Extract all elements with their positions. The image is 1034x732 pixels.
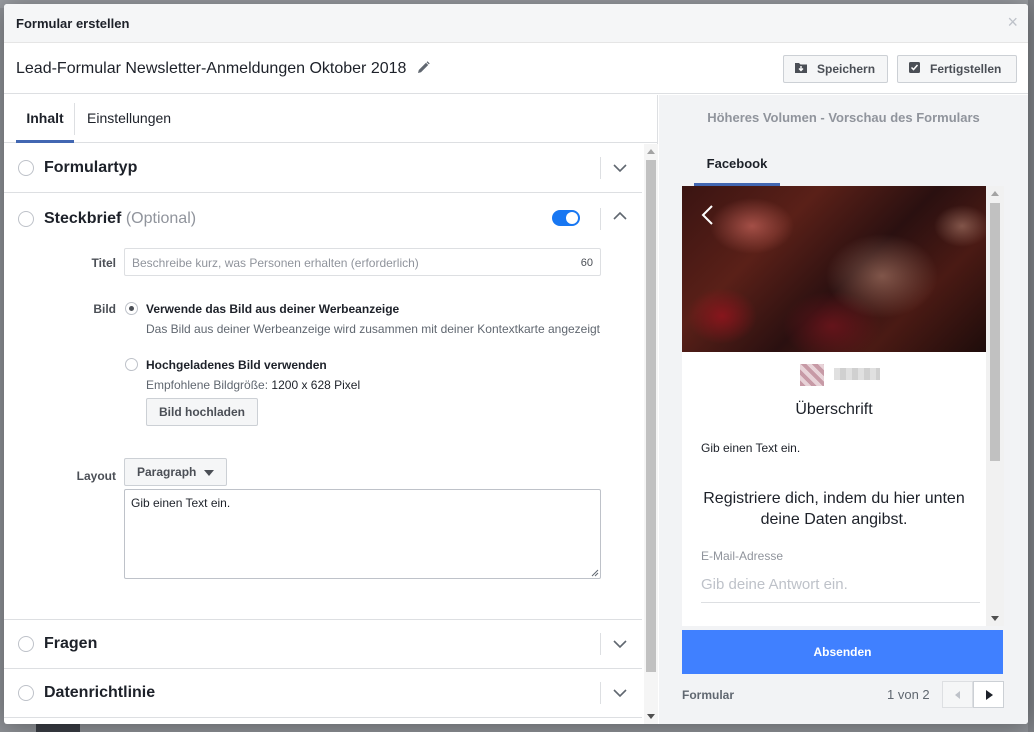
section-formtype[interactable]: Formulartyp bbox=[4, 144, 642, 193]
layout-label: Layout bbox=[76, 469, 116, 483]
footer-label: Formular bbox=[682, 688, 735, 702]
image-option-upload-radio[interactable] bbox=[125, 358, 138, 371]
section-questions[interactable]: Fragen bbox=[4, 620, 642, 669]
char-counter: 60 bbox=[580, 257, 593, 269]
page-name-blurred bbox=[834, 368, 880, 380]
input-underline bbox=[701, 602, 980, 603]
preview-pane: Höheres Volumen - Vorschau des Formulars… bbox=[659, 95, 1028, 724]
divider bbox=[600, 633, 601, 655]
chevron-up-icon[interactable] bbox=[612, 208, 628, 224]
tab-inhalt[interactable]: Inhalt bbox=[16, 95, 74, 143]
layout-value: Paragraph bbox=[137, 465, 197, 479]
image-option-ad-desc: Das Bild aus deiner Werbeanzeige wird zu… bbox=[146, 322, 601, 336]
finish-button[interactable]: Fertigstellen bbox=[897, 55, 1017, 83]
form-name-field[interactable]: Lead-Formular Newsletter-Anmeldungen Okt… bbox=[16, 60, 430, 79]
page-avatar bbox=[800, 364, 824, 386]
brief-toggle[interactable] bbox=[552, 210, 580, 226]
layout-select[interactable]: Paragraph bbox=[124, 458, 227, 486]
scroll-down-icon[interactable] bbox=[647, 714, 655, 719]
hero-image bbox=[682, 186, 986, 352]
back-arrow-icon[interactable] bbox=[700, 204, 714, 226]
tab-facebook[interactable]: Facebook bbox=[694, 139, 780, 186]
dialog-title: Formular erstellen bbox=[16, 16, 130, 31]
preview-scrollbar[interactable] bbox=[986, 186, 1004, 626]
divider bbox=[600, 157, 601, 179]
dialog-header: Formular erstellen × bbox=[4, 4, 1028, 43]
save-icon bbox=[794, 61, 808, 77]
chevron-down-icon[interactable] bbox=[612, 160, 628, 176]
save-button[interactable]: Speichern bbox=[783, 55, 888, 83]
section-privacy[interactable]: Datenrichtlinie bbox=[4, 669, 642, 718]
resize-grip-icon[interactable] bbox=[590, 568, 599, 577]
finish-icon bbox=[908, 61, 921, 77]
section-brief-title[interactable]: Steckbrief (Optional) bbox=[44, 210, 196, 228]
background-edge bbox=[1028, 0, 1034, 732]
image-option-ad-radio[interactable] bbox=[125, 302, 138, 315]
optional-hint: (Optional) bbox=[125, 210, 197, 227]
form-preview: Überschrift Gib einen Text ein. Registri… bbox=[682, 186, 1004, 626]
preview-title: Höheres Volumen - Vorschau des Formulars bbox=[707, 110, 980, 125]
chevron-down-icon[interactable] bbox=[612, 636, 628, 652]
section-title: Formulartyp bbox=[44, 159, 138, 176]
section-title: Steckbrief bbox=[44, 210, 122, 227]
upload-image-button[interactable]: Bild hochladen bbox=[146, 398, 258, 426]
submit-button[interactable]: Absenden bbox=[682, 630, 1003, 674]
save-label: Speichern bbox=[817, 62, 876, 76]
preview-field-label: E-Mail-Adresse bbox=[701, 549, 784, 563]
image-label: Bild bbox=[93, 302, 116, 316]
chevron-down-icon[interactable] bbox=[612, 685, 628, 701]
tab-einstellungen[interactable]: Einstellungen bbox=[87, 95, 171, 143]
triangle-right-icon bbox=[986, 690, 993, 700]
scroll-down-icon[interactable] bbox=[991, 616, 999, 621]
scrollbar-thumb[interactable] bbox=[646, 160, 656, 672]
brief-text-value: Gib einen Text ein. bbox=[131, 496, 231, 510]
form-titlebar: Lead-Formular Newsletter-Anmeldungen Okt… bbox=[4, 44, 1028, 94]
tab-divider bbox=[74, 103, 75, 135]
section-status-radio bbox=[18, 211, 34, 227]
preview-text: Gib einen Text ein. bbox=[701, 441, 801, 455]
section-status-radio bbox=[18, 160, 34, 176]
image-option-ad-title: Verwende das Bild aus deiner Werbeanzeig… bbox=[146, 302, 400, 316]
prev-page-button[interactable] bbox=[942, 681, 973, 708]
image-option-upload-title: Hochgeladenes Bild verwenden bbox=[146, 358, 327, 372]
image-size-hint: Empfohlene Bildgröße: bbox=[146, 378, 269, 392]
section-title: Fragen bbox=[44, 635, 98, 652]
title-input[interactable]: Beschreibe kurz, was Personen erhalten (… bbox=[124, 248, 601, 276]
section-status-radio bbox=[18, 636, 34, 652]
content-scrollbar[interactable] bbox=[644, 144, 658, 724]
finish-label: Fertigstellen bbox=[930, 62, 1002, 76]
form-name-text: Lead-Formular Newsletter-Anmeldungen Okt… bbox=[16, 60, 407, 77]
title-label: Titel bbox=[91, 256, 116, 270]
divider bbox=[600, 682, 601, 704]
image-size-value: 1200 x 628 Pixel bbox=[271, 378, 361, 392]
next-page-button[interactable] bbox=[973, 681, 1004, 708]
title-placeholder: Beschreibe kurz, was Personen erhalten (… bbox=[132, 256, 419, 270]
image-option-upload-desc: Empfohlene Bildgröße: 1200 x 628 Pixel bbox=[146, 378, 360, 392]
close-icon[interactable]: × bbox=[1007, 13, 1018, 31]
preview-intro: Registriere dich, indem du hier unten de… bbox=[703, 490, 965, 528]
section-title: Datenrichtlinie bbox=[44, 684, 156, 701]
scrollbar-thumb[interactable] bbox=[990, 203, 1000, 461]
section-status-radio bbox=[18, 685, 34, 701]
brief-text-area[interactable]: Gib einen Text ein. bbox=[124, 489, 601, 579]
tab-bar: Inhalt Einstellungen bbox=[4, 95, 658, 143]
scroll-up-icon[interactable] bbox=[647, 149, 655, 154]
create-form-dialog: Formular erstellen × Lead-Formular Newsl… bbox=[4, 4, 1028, 724]
triangle-left-icon bbox=[955, 691, 960, 699]
preview-email-input[interactable]: Gib deine Antwort ein. bbox=[701, 576, 848, 593]
content-pane: Inhalt Einstellungen Formulartyp Steckbr… bbox=[4, 95, 658, 724]
page-indicator: 1 von 2 bbox=[887, 687, 930, 702]
divider bbox=[600, 208, 601, 230]
platform-tab-bar: Facebook bbox=[682, 139, 1004, 186]
toggle-knob bbox=[566, 212, 578, 224]
caret-down-icon bbox=[204, 470, 214, 476]
pencil-icon[interactable] bbox=[417, 61, 430, 79]
preview-headline: Überschrift bbox=[795, 401, 873, 418]
scroll-up-icon[interactable] bbox=[991, 191, 999, 196]
